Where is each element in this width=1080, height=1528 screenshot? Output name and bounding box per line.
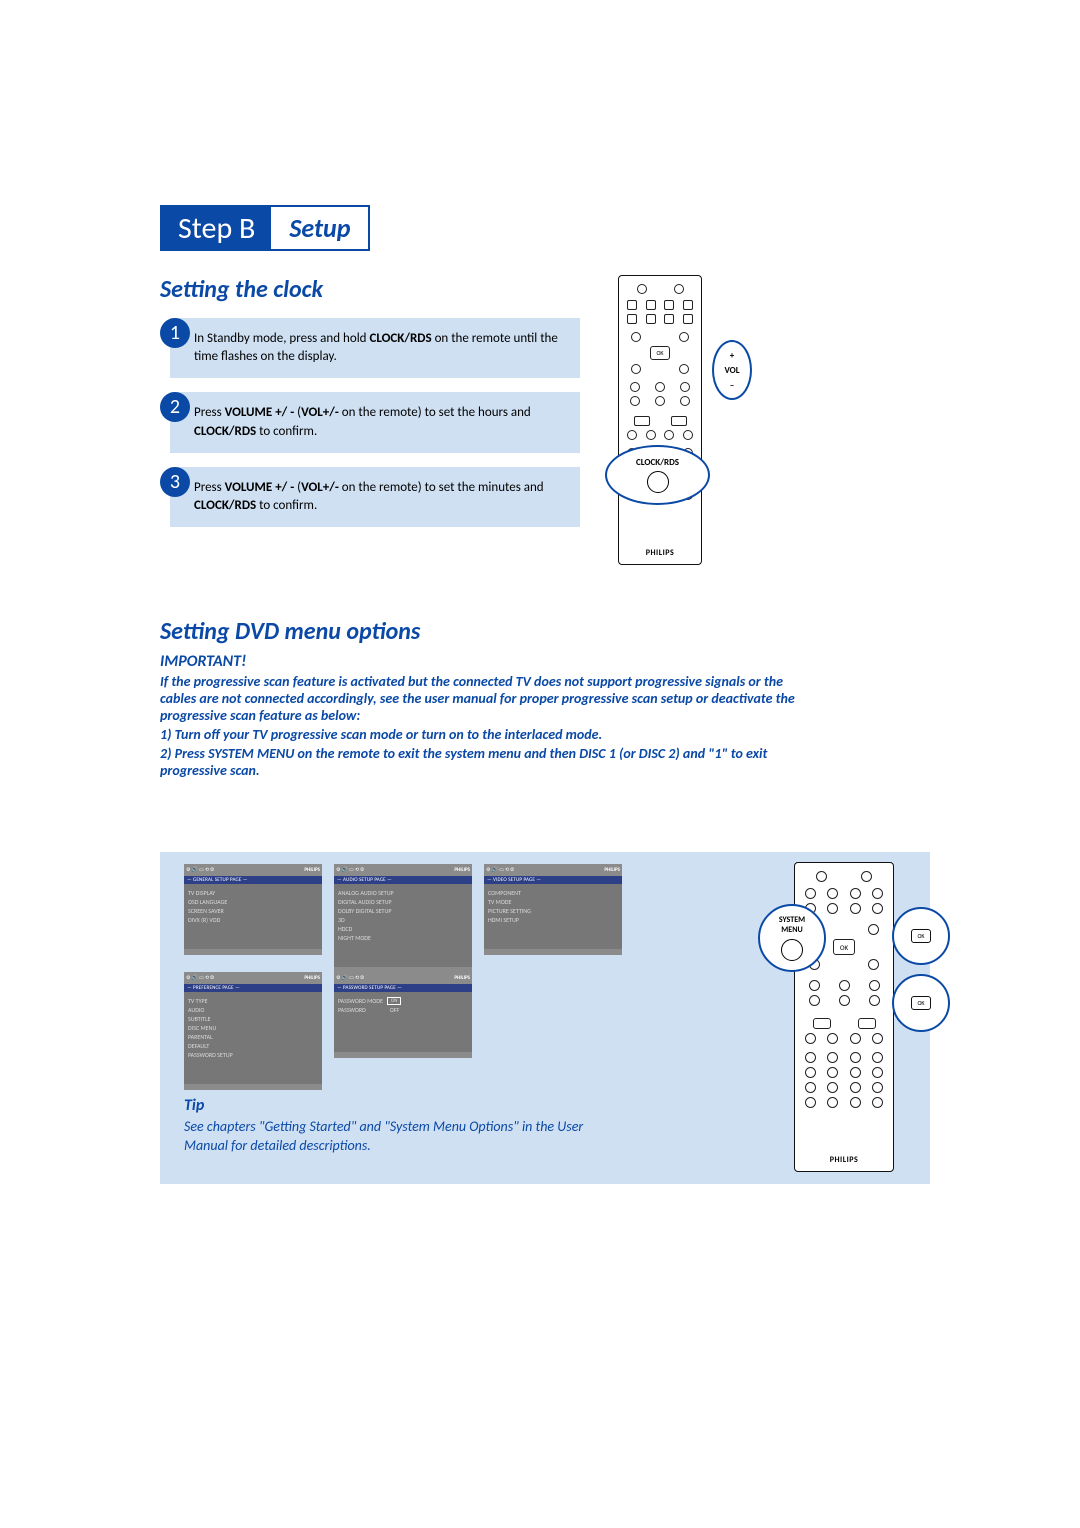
- vol-plus-icon: +: [730, 350, 734, 361]
- ok-button-icon: OK: [833, 939, 855, 955]
- dvd-section-box: ⚙ 🔊 ▭ ⟲ ⧁PHILIPS — GENERAL SETUP PAGE — …: [160, 852, 930, 1184]
- menu-audio-setup: ⚙ 🔊 ▭ ⟲ ⧁PHILIPS — AUDIO SETUP PAGE — AN…: [334, 864, 472, 973]
- clock-heading: Setting the clock: [160, 275, 590, 304]
- step-title: Setup: [271, 207, 368, 249]
- ok-icon: OK: [911, 996, 931, 1010]
- clock-step-1: 1 In Standby mode, press and hold CLOCK/…: [160, 318, 590, 378]
- menu-general-setup: ⚙ 🔊 ▭ ⟲ ⧁PHILIPS — GENERAL SETUP PAGE — …: [184, 864, 322, 955]
- clock-rds-label: CLOCK/RDS: [636, 457, 679, 468]
- vol-minus-icon: –: [730, 380, 734, 391]
- step-number-1: 1: [160, 318, 190, 348]
- tip-heading: Tip: [184, 1096, 204, 1115]
- menu-password-setup: ⚙ 🔊 ▭ ⟲ ⧁PHILIPS — PASSWORD SETUP PAGE —…: [334, 972, 472, 1058]
- vol-label: VOL: [724, 365, 739, 376]
- menu-preference: ⚙ 🔊 ▭ ⟲ ⧁PHILIPS — PREFERENCE PAGE — TV …: [184, 972, 322, 1090]
- callout-volume: + VOL –: [712, 340, 752, 400]
- callout-clock-rds: CLOCK/RDS: [605, 445, 710, 505]
- clock-rds-button-icon: [647, 471, 669, 493]
- step-letter: Step B: [162, 207, 271, 249]
- clock-step-3: 3 Press VOLUME +/ - (VOL+/- on the remot…: [160, 467, 590, 527]
- ok-icon: OK: [911, 929, 931, 943]
- step-number-3: 3: [160, 467, 190, 497]
- ok-button-icon: OK: [650, 346, 670, 360]
- step-text-2: Press VOLUME +/ - (VOL+/- on the remote)…: [170, 392, 580, 452]
- remote-illustration-1: OK PHILIPS: [618, 275, 702, 565]
- callout-system-menu: SYSTEM MENU: [758, 904, 826, 972]
- clock-step-2: 2 Press VOLUME +/ - (VOL+/- on the remot…: [160, 392, 590, 452]
- philips-brand: PHILIPS: [646, 548, 675, 558]
- callout-nav-2: OK: [892, 974, 950, 1032]
- callout-nav-1: OK: [892, 907, 950, 965]
- important-body: If the progressive scan feature is activ…: [160, 673, 800, 779]
- system-menu-button-icon: [781, 939, 803, 961]
- dvd-heading: Setting DVD menu options: [160, 617, 930, 646]
- important-label: IMPORTANT!: [160, 652, 930, 671]
- menu-video-setup: ⚙ 🔊 ▭ ⟲ ⧁PHILIPS — VIDEO SETUP PAGE — CO…: [484, 864, 622, 955]
- tip-body: See chapters "Getting Started" and "Syst…: [184, 1118, 584, 1156]
- step-text-3: Press VOLUME +/ - (VOL+/- on the remote)…: [170, 467, 580, 527]
- philips-brand: PHILIPS: [830, 1155, 859, 1165]
- system-menu-label-1: SYSTEM: [779, 915, 805, 925]
- step-text-1: In Standby mode, press and hold CLOCK/RD…: [170, 318, 580, 378]
- system-menu-label-2: MENU: [781, 925, 802, 935]
- step-header: Step B Setup: [160, 205, 370, 251]
